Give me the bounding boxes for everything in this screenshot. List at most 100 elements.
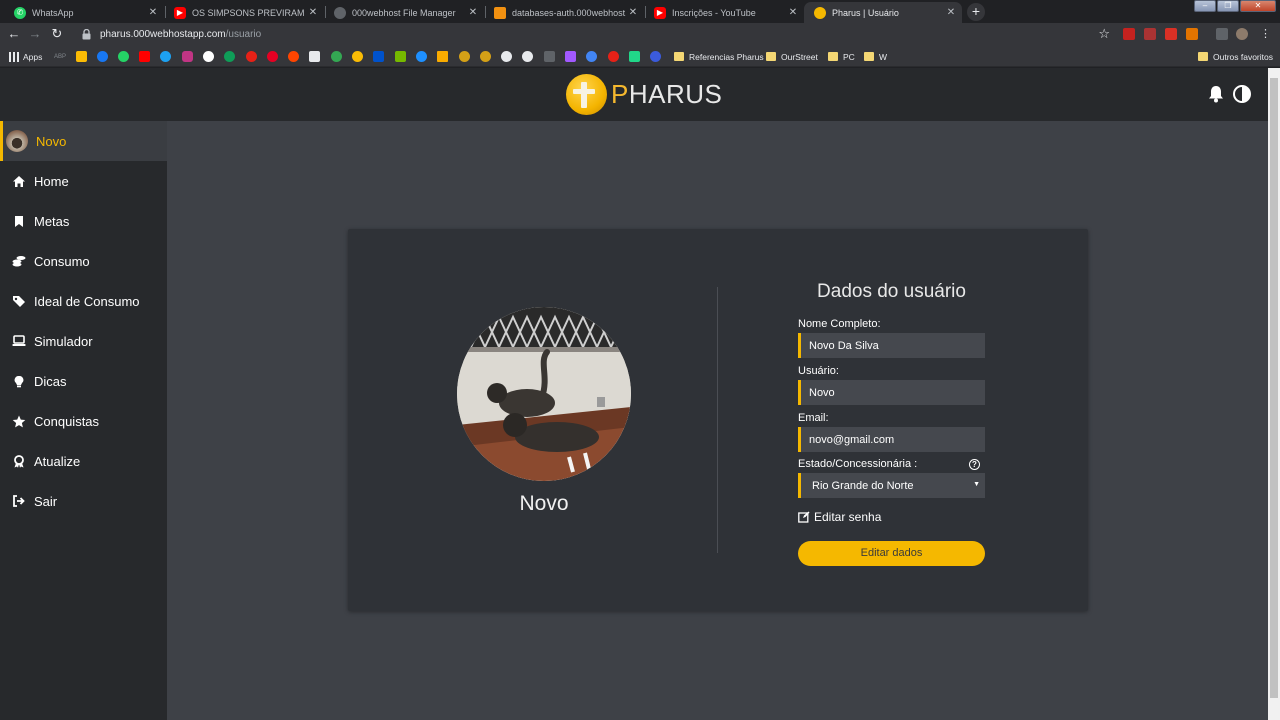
- close-icon[interactable]: ✕: [786, 7, 800, 18]
- address-bar[interactable]: pharus.000webhostapp.com /usuario ☆: [72, 25, 1118, 44]
- youtube-bookmark-icon[interactable]: [139, 51, 150, 62]
- sidebar-item-label: Dicas: [34, 373, 67, 389]
- bookmark-r-icon[interactable]: [309, 51, 320, 62]
- extension-office-icon[interactable]: [1186, 28, 1198, 40]
- bookmark-n-icon[interactable]: [608, 51, 619, 62]
- scrollbar-thumb[interactable]: [1270, 78, 1278, 698]
- bookmark-blue-icon[interactable]: [586, 51, 597, 62]
- help-icon[interactable]: ?: [969, 459, 980, 470]
- browser-tab-databases[interactable]: databases-auth.000webhost.com ✕: [484, 2, 644, 23]
- award-icon: [12, 454, 26, 468]
- bookmark-small-icon[interactable]: ABP: [54, 50, 66, 63]
- edit-password-link[interactable]: Editar senha: [798, 510, 881, 524]
- laptop-icon: [12, 334, 26, 348]
- bookmark-star-icon[interactable]: ☆: [1098, 26, 1110, 42]
- bookmark-gold-icon[interactable]: [459, 51, 470, 62]
- sidebar-item-simulador[interactable]: Simulador: [0, 321, 167, 361]
- bookmark-orange-icon[interactable]: [288, 51, 299, 62]
- back-icon[interactable]: ←: [6, 26, 22, 42]
- contrast-icon[interactable]: [1233, 85, 1251, 103]
- bookmark-green-icon[interactable]: [331, 51, 342, 62]
- browser-tab-pharus[interactable]: Pharus | Usuário ✕: [804, 2, 962, 23]
- page-scrollbar[interactable]: [1268, 68, 1280, 720]
- pinterest-icon[interactable]: [267, 51, 278, 62]
- bookmark-gold2-icon[interactable]: [480, 51, 491, 62]
- username-input[interactable]: Novo: [798, 380, 985, 405]
- sidebar-item-home[interactable]: Home: [0, 161, 167, 201]
- avatar: [6, 130, 28, 152]
- close-icon[interactable]: ✕: [146, 7, 160, 18]
- profile-avatar-icon[interactable]: [1236, 28, 1248, 40]
- pharus-logo[interactable]: PHARUS: [566, 74, 722, 115]
- bookmark-other-favorites[interactable]: Outros favoritos: [1198, 50, 1273, 63]
- sidebar-item-metas[interactable]: Metas: [0, 201, 167, 241]
- close-icon[interactable]: ✕: [626, 7, 640, 18]
- google-drive-icon[interactable]: [224, 51, 235, 62]
- sidebar-item-consumo[interactable]: Consumo: [0, 241, 167, 281]
- bookmark-red-icon[interactable]: [246, 51, 257, 62]
- reload-icon[interactable]: ↻: [49, 26, 65, 42]
- globe-icon: [334, 6, 346, 19]
- close-icon[interactable]: ✕: [306, 7, 320, 18]
- whatsapp-bookmark-icon[interactable]: [118, 51, 129, 62]
- browser-tab-inscricoes[interactable]: ▶ Inscrições - YouTube ✕: [644, 2, 804, 23]
- google-icon[interactable]: [203, 51, 214, 62]
- extension-pdf-icon[interactable]: [1144, 28, 1156, 40]
- close-icon[interactable]: ✕: [466, 7, 480, 18]
- bookmark-e-icon[interactable]: [416, 51, 427, 62]
- bookmark-lime-icon[interactable]: [395, 51, 406, 62]
- folder-icon: [828, 52, 838, 61]
- maximize-button[interactable]: ❐: [1217, 0, 1239, 12]
- tab-title: WhatsApp: [32, 7, 74, 18]
- bookmark-drive-icon[interactable]: [76, 51, 87, 62]
- tab-title: 000webhost File Manager: [352, 7, 456, 18]
- bookmark-folder-w[interactable]: W: [864, 50, 887, 63]
- forward-icon[interactable]: →: [27, 26, 43, 42]
- browser-tab-file-manager[interactable]: 000webhost File Manager ✕: [324, 2, 484, 23]
- twitter-icon[interactable]: [160, 51, 171, 62]
- new-tab-button[interactable]: +: [967, 3, 985, 21]
- lighthouse-cross-logo-icon: [566, 74, 607, 115]
- bookmark-yellow-icon[interactable]: [352, 51, 363, 62]
- sidebar-item-atualize[interactable]: Atualize: [0, 441, 167, 481]
- bookmark-flag-icon[interactable]: [437, 51, 448, 62]
- bookmark-folder-ourstreet[interactable]: OurStreet: [766, 50, 818, 63]
- url-path: /usuario: [225, 29, 262, 40]
- apps-grid-icon: [9, 51, 19, 62]
- bookmark-pi-icon[interactable]: [373, 51, 384, 62]
- bookmark-apps[interactable]: Apps: [9, 50, 42, 63]
- close-icon[interactable]: ✕: [944, 7, 958, 18]
- bookmark-folder-pc[interactable]: PC: [828, 50, 855, 63]
- bookmark-cj-icon[interactable]: [629, 51, 640, 62]
- bookmark-globe-icon[interactable]: [650, 51, 661, 62]
- media-controls-icon[interactable]: [1216, 28, 1228, 40]
- bell-icon[interactable]: [1208, 85, 1224, 103]
- bookmark-folder-referencias[interactable]: Referencias Pharus: [674, 50, 764, 63]
- extension-adblock-icon[interactable]: [1123, 28, 1135, 40]
- sidebar-item-conquistas[interactable]: Conquistas: [0, 401, 167, 441]
- browser-tab-whatsapp[interactable]: ✆ WhatsApp ✕: [4, 2, 164, 23]
- sidebar-item-dicas[interactable]: Dicas: [0, 361, 167, 401]
- sidebar-item-label: Consumo: [34, 253, 90, 269]
- sidebar-item-sair[interactable]: Sair: [0, 481, 167, 521]
- browser-tab-youtube-video[interactable]: ▶ OS SIMPSONS PREVIRAM O FUT ✕: [164, 2, 324, 23]
- bookmark-gray-icon[interactable]: [544, 51, 555, 62]
- github-icon[interactable]: [501, 51, 512, 62]
- minimize-button[interactable]: –: [1194, 0, 1216, 12]
- menu-kebab-icon[interactable]: ⋮: [1260, 28, 1272, 40]
- email-input[interactable]: novo@gmail.com: [798, 427, 985, 452]
- facebook-icon[interactable]: [97, 51, 108, 62]
- youtube-icon: ▶: [654, 6, 666, 19]
- sidebar-item-ideal-consumo[interactable]: Ideal de Consumo: [0, 281, 167, 321]
- full-name-input[interactable]: Novo Da Silva: [798, 333, 985, 358]
- extension-youtube-icon[interactable]: [1165, 28, 1177, 40]
- instagram-icon[interactable]: [182, 51, 193, 62]
- bookmark-play-icon[interactable]: [522, 51, 533, 62]
- profile-photo[interactable]: [457, 307, 631, 481]
- figma-icon[interactable]: [565, 51, 576, 62]
- state-select[interactable]: Rio Grande do Norte ▼: [798, 473, 985, 498]
- close-window-button[interactable]: ✕: [1240, 0, 1276, 12]
- folder-icon: [674, 52, 684, 61]
- sidebar-user[interactable]: Novo: [0, 121, 167, 161]
- edit-data-button[interactable]: Editar dados: [798, 541, 985, 566]
